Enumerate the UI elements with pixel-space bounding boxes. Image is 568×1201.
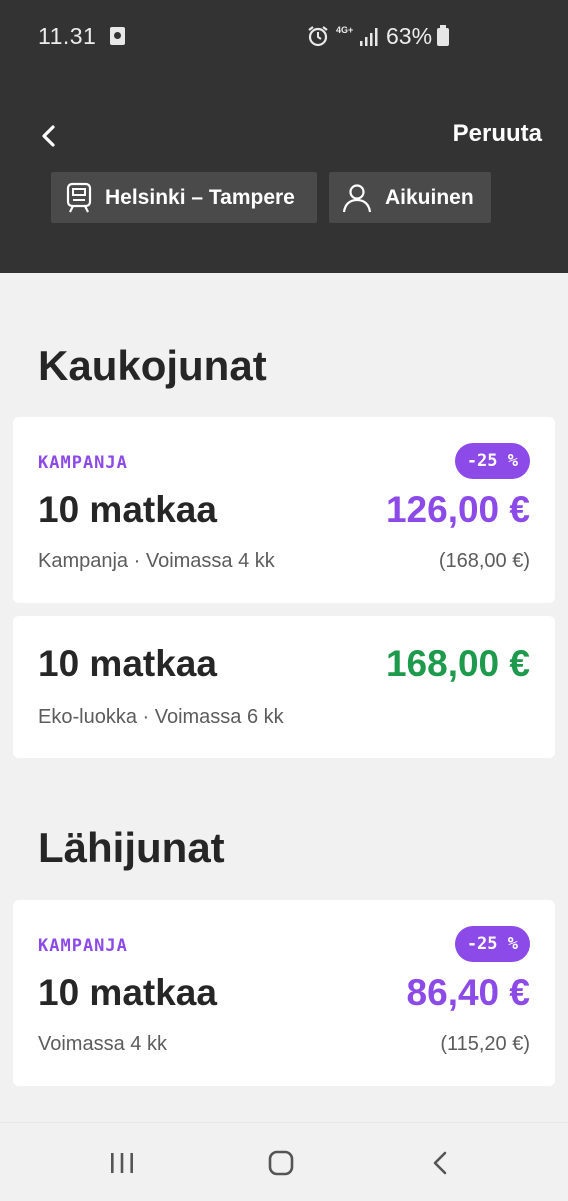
signal-icon <box>360 28 378 46</box>
notification-icon <box>110 27 125 45</box>
passenger-chip[interactable]: Aikuinen <box>329 172 491 223</box>
status-bar: 11.31 4G+ 63% <box>0 0 568 72</box>
recent-apps-button[interactable] <box>102 1147 142 1179</box>
original-price: (168,00 €) <box>438 550 530 572</box>
recent-apps-icon <box>111 1153 133 1173</box>
network-type: 4G+ <box>336 25 354 35</box>
status-time: 11.31 <box>38 23 97 49</box>
system-back-button[interactable] <box>420 1147 460 1179</box>
home-icon <box>268 1150 294 1176</box>
section-title-long-distance: Kaukojunat <box>38 342 267 389</box>
chevron-left-icon <box>433 1151 447 1175</box>
home-button[interactable] <box>261 1147 301 1179</box>
back-button[interactable] <box>30 116 66 156</box>
product-description: Kampanja · Voimassa 4 kk <box>38 550 275 572</box>
train-icon <box>66 182 92 212</box>
campaign-tag: KAMPANJA <box>38 453 128 473</box>
route-chip[interactable]: Helsinki – Tampere <box>51 172 317 223</box>
app-header: 11.31 4G+ 63% Peruuta Helsinki – Tampere… <box>0 0 568 273</box>
system-nav-bar <box>0 1122 568 1201</box>
original-price: (115,20 €) <box>440 1033 530 1055</box>
alarm-icon <box>308 26 328 47</box>
discount-badge: -25 % <box>454 443 530 479</box>
ticket-card[interactable]: KAMPANJA -25 % 10 matkaa 86,40 € Voimass… <box>13 900 555 1086</box>
product-description: Voimassa 4 kk <box>38 1033 167 1055</box>
passenger-label: Aikuinen <box>385 185 474 209</box>
product-description: Eko-luokka · Voimassa 6 kk <box>38 706 284 728</box>
product-name: 10 matkaa <box>38 643 217 684</box>
price: 126,00 € <box>385 489 530 530</box>
section-title-commuter: Lähijunat <box>38 824 225 871</box>
cancel-button[interactable]: Peruuta <box>453 120 542 148</box>
ticket-card[interactable]: KAMPANJA -25 % 10 matkaa 126,00 € Kampan… <box>13 417 555 603</box>
route-label: Helsinki – Tampere <box>105 185 295 209</box>
price: 168,00 € <box>385 643 530 684</box>
product-name: 10 matkaa <box>38 972 217 1013</box>
chevron-left-icon <box>42 125 55 147</box>
discount-badge: -25 % <box>454 926 530 962</box>
product-name: 10 matkaa <box>38 489 217 530</box>
battery-icon <box>437 25 449 46</box>
person-icon <box>342 183 372 212</box>
battery-percent: 63% <box>386 23 433 49</box>
price: 86,40 € <box>406 972 530 1013</box>
campaign-tag: KAMPANJA <box>38 936 128 956</box>
ticket-card[interactable]: 10 matkaa 168,00 € Eko-luokka · Voimassa… <box>13 616 555 758</box>
